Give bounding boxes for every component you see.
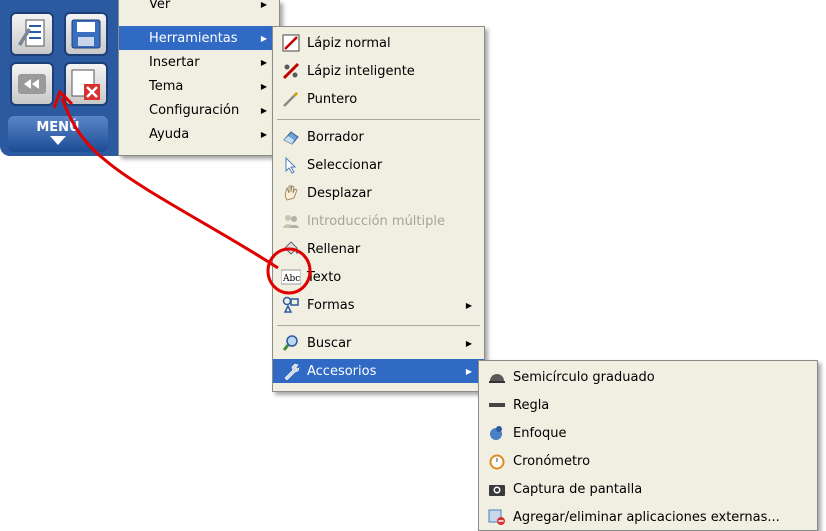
tools-item-lapiz-normal[interactable]: Lápiz normal: [273, 31, 484, 55]
accessories-item-enfoque[interactable]: Enfoque: [479, 421, 817, 445]
main-menu-item-label: Insertar: [149, 54, 200, 70]
add-remove-apps-icon: [487, 507, 507, 527]
svg-text:Abc: Abc: [282, 274, 300, 284]
tools-item-label: Lápiz normal: [307, 35, 391, 51]
submenu-arrow-icon: ▶: [465, 366, 472, 376]
tools-item-label: Borrador: [307, 129, 364, 145]
pencil-icon: [281, 33, 301, 53]
tools-item-introduccion-multiple: Introducción múltiple: [273, 209, 484, 233]
wrench-document-icon: [18, 19, 45, 47]
menu-button-label: MENÚ: [36, 120, 80, 135]
accessories-item-label: Semicírculo graduado: [513, 369, 655, 385]
search-icon: [281, 333, 301, 353]
accessories-item-label: Regla: [513, 397, 550, 413]
cursor-arrow-icon: [281, 155, 301, 175]
protractor-icon: [487, 367, 507, 387]
chevron-down-icon: [50, 136, 66, 145]
pointer-wand-icon: [281, 89, 301, 109]
hand-icon: [281, 183, 301, 203]
tools-item-puntero[interactable]: Puntero: [273, 87, 484, 111]
tools-item-texto[interactable]: Abc Texto: [273, 265, 484, 289]
ruler-icon: [487, 395, 507, 415]
back-button[interactable]: [10, 62, 54, 106]
tools-item-formas[interactable]: Formas ▶: [273, 293, 484, 317]
main-menu-item-label: Tema: [149, 78, 184, 94]
submenu-arrow-icon: ▶: [260, 57, 267, 67]
accessories-item-captura[interactable]: Captura de pantalla: [479, 477, 817, 501]
accessories-item-label: Enfoque: [513, 425, 567, 441]
main-menu-item-label: Configuración: [149, 102, 240, 118]
main-menu-item-label: Herramientas: [149, 30, 238, 46]
accessories-item-cronometro[interactable]: Cronómetro: [479, 449, 817, 473]
tools-item-desplazar[interactable]: Desplazar: [273, 181, 484, 205]
submenu-arrow-icon: ▶: [260, 33, 267, 43]
main-menu-item-label: Ver: [149, 0, 171, 12]
accessories-item-agregar-eliminar[interactable]: Agregar/eliminar aplicaciones externas..…: [479, 505, 817, 529]
menu-button[interactable]: MENÚ: [8, 116, 108, 152]
main-menu-item-tema[interactable]: Tema ▶: [119, 74, 279, 98]
main-menu-item-label: Ayuda: [149, 126, 190, 142]
save-button[interactable]: [64, 12, 108, 56]
submenu-arrow-icon: ▶: [465, 338, 472, 348]
accessories-item-label: Captura de pantalla: [513, 481, 643, 497]
submenu-arrow-icon: ▶: [260, 81, 267, 91]
tools-settings-button[interactable]: [10, 12, 54, 56]
floppy-disk-icon: [71, 19, 101, 49]
accessories-submenu: Semicírculo graduado Regla Enfoque Cronó…: [478, 360, 818, 531]
main-menu-item-configuracion[interactable]: Configuración ▶: [119, 98, 279, 122]
toolbar-panel: MENÚ: [0, 0, 118, 156]
multi-user-icon: [281, 211, 301, 231]
tools-item-label: Puntero: [307, 91, 358, 107]
stopwatch-icon: [487, 451, 507, 471]
submenu-arrow-icon: ▶: [465, 300, 472, 310]
main-menu-item-ayuda[interactable]: Ayuda ▶: [119, 122, 279, 146]
menu-separator: [277, 325, 480, 326]
main-menu-item-ver[interactable]: Ver ▶: [119, 0, 279, 16]
submenu-arrow-icon: ▶: [260, 0, 267, 9]
accessories-item-label: Agregar/eliminar aplicaciones externas..…: [513, 509, 780, 525]
tools-submenu: Lápiz normal Lápiz inteligente Puntero B…: [272, 26, 485, 392]
tools-item-label: Seleccionar: [307, 157, 383, 173]
text-abc-icon: Abc: [281, 267, 301, 287]
tools-item-borrador[interactable]: Borrador: [273, 125, 484, 149]
tools-item-label: Introducción múltiple: [307, 213, 445, 229]
shapes-icon: [281, 295, 301, 315]
camera-icon: [487, 479, 507, 499]
accessories-item-regla[interactable]: Regla: [479, 393, 817, 417]
tools-item-label: Rellenar: [307, 241, 361, 257]
main-menu: Ver ▶ Herramientas ▶ Insertar ▶ Tema ▶ C…: [118, 0, 280, 156]
tools-item-buscar[interactable]: Buscar ▶: [273, 331, 484, 355]
tools-item-label: Desplazar: [307, 185, 372, 201]
close-page-button[interactable]: [64, 62, 108, 106]
tools-item-label: Buscar: [307, 335, 352, 351]
submenu-arrow-icon: ▶: [260, 129, 267, 139]
tools-item-accesorios[interactable]: Accesorios ▶: [273, 359, 484, 383]
tools-item-label: Formas: [307, 297, 355, 313]
tools-item-label: Accesorios: [307, 363, 377, 379]
accessories-item-semicirculo[interactable]: Semicírculo graduado: [479, 365, 817, 389]
smart-pencil-icon: [281, 61, 301, 81]
menu-separator: [277, 119, 480, 120]
eraser-icon: [281, 127, 301, 147]
main-menu-item-herramientas[interactable]: Herramientas ▶: [119, 26, 279, 50]
accessories-item-label: Cronómetro: [513, 453, 591, 469]
main-menu-item-insertar[interactable]: Insertar ▶: [119, 50, 279, 74]
tools-item-lapiz-inteligente[interactable]: Lápiz inteligente: [273, 59, 484, 83]
tools-item-label: Texto: [307, 269, 342, 285]
tools-item-label: Lápiz inteligente: [307, 63, 415, 79]
paint-bucket-icon: [281, 239, 301, 259]
tools-item-seleccionar[interactable]: Seleccionar: [273, 153, 484, 177]
submenu-arrow-icon: ▶: [260, 105, 267, 115]
close-page-icon: [71, 69, 100, 100]
wrench-icon: [281, 361, 301, 381]
rewind-icon: [18, 74, 46, 94]
tools-item-rellenar[interactable]: Rellenar: [273, 237, 484, 261]
spotlight-icon: [487, 423, 507, 443]
